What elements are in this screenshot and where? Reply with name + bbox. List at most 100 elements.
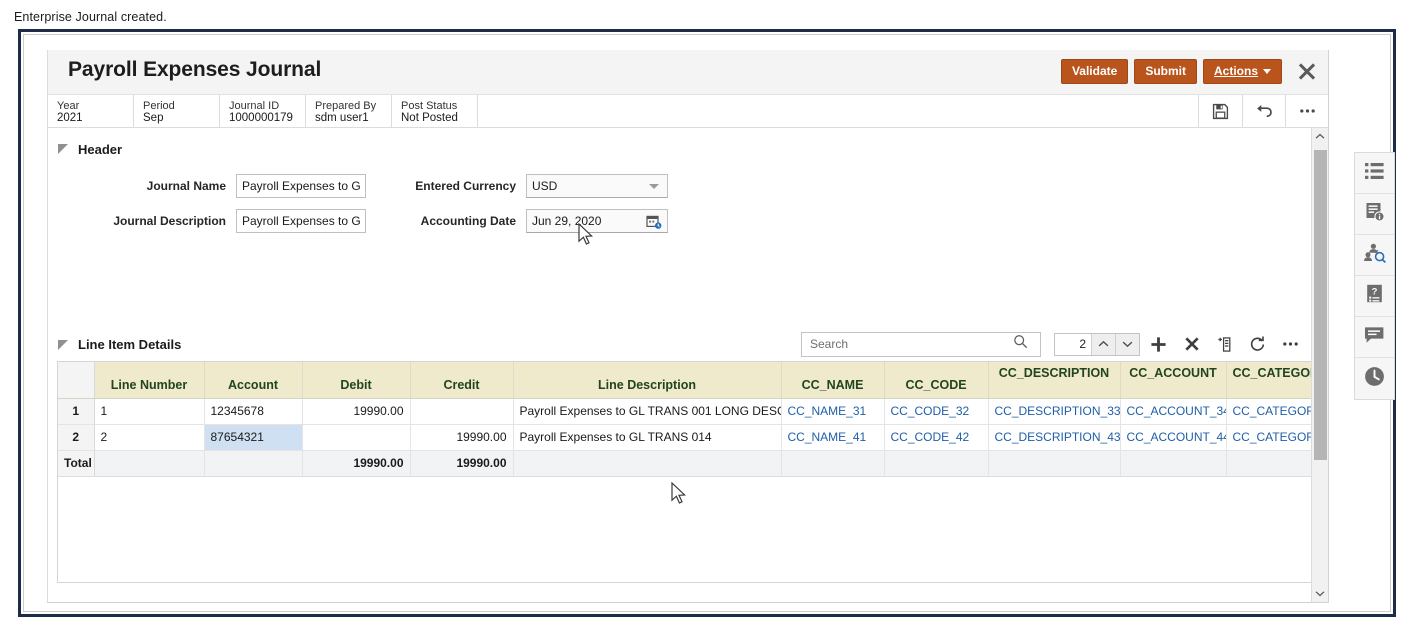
row-header[interactable]: 1 [58,398,94,424]
titlebar-actions: Validate Submit Actions [1061,58,1320,84]
cell-cc-category[interactable]: CC_CATEGORY_35 [1226,398,1311,424]
cc-description-link[interactable]: CC_DESCRIPTION_43 [995,430,1121,444]
cell-cc-code[interactable]: CC_CODE_32 [884,398,988,424]
cell-account[interactable]: 12345678 [204,398,302,424]
people-search-icon [1364,243,1386,268]
cell-credit[interactable]: 19990.00 [410,424,513,450]
rail-item-help[interactable]: ? [1355,276,1394,317]
journal-name-input[interactable] [236,174,366,198]
collapse-triangle-icon[interactable] [57,338,71,352]
document-info-icon [1365,202,1385,227]
table-row[interactable]: 1 1 12345678 19990.00 Payroll Expenses t… [58,398,1311,424]
insert-row-icon[interactable] [1210,331,1239,357]
cell-cc-category[interactable]: CC_CATEGORY_45 [1226,424,1311,450]
more-options-icon[interactable] [1276,331,1305,357]
rail-item-comment[interactable] [1355,317,1394,358]
cc-code-link[interactable]: CC_CODE_32 [891,404,970,418]
save-icon[interactable] [1199,95,1242,127]
table-row[interactable]: 2 2 87654321 19990.00 Payroll Expenses t… [58,424,1311,450]
cell-cc-name[interactable]: CC_NAME_41 [781,424,884,450]
column-header-line-number[interactable]: Line Number [94,362,204,398]
cell-cc-description[interactable]: CC_DESCRIPTION_43 [988,424,1120,450]
cell-line-description[interactable]: Payroll Expenses to GL TRANS 014 [513,424,781,450]
total-credit: 19990.00 [410,450,513,476]
entered-currency-label: Entered Currency [376,179,526,193]
cell-cc-description[interactable]: CC_DESCRIPTION_33 [988,398,1120,424]
cc-account-link[interactable]: CC_ACCOUNT_44 [1127,430,1227,444]
actions-menu-button[interactable]: Actions [1203,59,1282,84]
cc-description-link[interactable]: CC_DESCRIPTION_33 [995,404,1121,418]
search-box[interactable] [801,332,1041,357]
cell-credit[interactable] [410,398,513,424]
cell-line-number[interactable]: 2 [94,424,204,450]
cell-cc-account[interactable]: CC_ACCOUNT_44 [1120,424,1226,450]
cc-name-link[interactable]: CC_NAME_41 [788,430,867,444]
column-header-cc-account[interactable]: CC_ACCOUNT [1120,362,1226,398]
cell-line-description[interactable]: Payroll Expenses to GL TRANS 001 LONG DE… [513,398,781,424]
journal-description-input[interactable] [236,209,366,233]
column-header-cc-description[interactable]: CC_DESCRIPTION [988,362,1120,398]
accounting-date-field[interactable]: Jun 29, 2020 [526,209,668,233]
undo-icon[interactable] [1242,95,1285,127]
scroll-up-icon[interactable] [1312,128,1328,145]
more-options-icon[interactable] [1285,95,1328,127]
scroll-down-icon[interactable] [1312,585,1328,602]
cell-line-number[interactable]: 1 [94,398,204,424]
row-header[interactable]: 2 [58,424,94,450]
right-rail: ? [1354,152,1395,400]
line-items-toolbar: 2 [801,331,1305,357]
column-header-line-description[interactable]: Line Description [513,362,781,398]
cc-code-link[interactable]: CC_CODE_42 [891,430,970,444]
row-count-value[interactable]: 2 [1055,334,1091,355]
total-cc-code [884,450,988,476]
cell-cc-name[interactable]: CC_NAME_31 [781,398,884,424]
vertical-scrollbar[interactable] [1311,128,1328,602]
collapse-triangle-icon[interactable] [57,142,71,156]
rail-item-clock[interactable] [1355,358,1394,399]
journal-description-field-wrap [236,209,376,233]
cell-account[interactable]: 87654321 [204,424,302,450]
total-row-header: Total [58,450,94,476]
add-row-icon[interactable] [1144,331,1173,357]
clock-icon [1364,366,1385,392]
stepper-up-icon[interactable] [1091,334,1115,355]
stepper-down-icon[interactable] [1115,334,1139,355]
calendar-icon[interactable] [646,214,662,233]
submit-button[interactable]: Submit [1134,59,1197,84]
cc-name-link[interactable]: CC_NAME_31 [788,404,867,418]
rail-item-list[interactable] [1355,153,1394,194]
rail-item-people-search[interactable] [1355,235,1394,276]
cc-category-link[interactable]: CC_CATEGORY_35 [1233,404,1312,418]
entered-currency-select[interactable]: USD [526,174,668,198]
validate-button[interactable]: Validate [1061,59,1128,84]
close-icon[interactable] [1294,58,1320,84]
search-input[interactable] [808,336,1013,352]
total-line-description [513,450,781,476]
column-header-account[interactable]: Account [204,362,302,398]
frame-inner: Payroll Expenses Journal Validate Submit… [23,34,1391,612]
list-icon [1365,162,1385,185]
info-cell-journal-id: Journal ID 1000000179 [220,95,306,127]
info-value-period: Sep [143,112,210,125]
cell-cc-code[interactable]: CC_CODE_42 [884,424,988,450]
column-header-credit[interactable]: Credit [410,362,513,398]
cell-cc-account[interactable]: CC_ACCOUNT_34 [1120,398,1226,424]
column-header-cc-name[interactable]: CC_NAME [781,362,884,398]
cell-debit[interactable] [302,424,410,450]
search-icon[interactable] [1013,334,1028,354]
column-header-cc-category[interactable]: CC_CATEGORY [1226,362,1311,398]
info-value-journal-id: 1000000179 [229,112,296,125]
cc-category-link[interactable]: CC_CATEGORY_45 [1233,430,1312,444]
delete-row-icon[interactable] [1177,331,1206,357]
refresh-icon[interactable] [1243,331,1272,357]
header-section-title-row[interactable]: Header [48,136,1311,162]
scrollbar-thumb[interactable] [1314,150,1327,460]
line-items-section: Line Item Details 2 [48,328,1311,583]
column-header-debit[interactable]: Debit [302,362,410,398]
row-count-stepper[interactable]: 2 [1054,333,1140,356]
column-header-cc-code[interactable]: CC_CODE [884,362,988,398]
rail-item-document-info[interactable] [1355,194,1394,235]
cc-account-link[interactable]: CC_ACCOUNT_34 [1127,404,1227,418]
cell-debit[interactable]: 19990.00 [302,398,410,424]
journal-name-label: Journal Name [48,179,236,193]
